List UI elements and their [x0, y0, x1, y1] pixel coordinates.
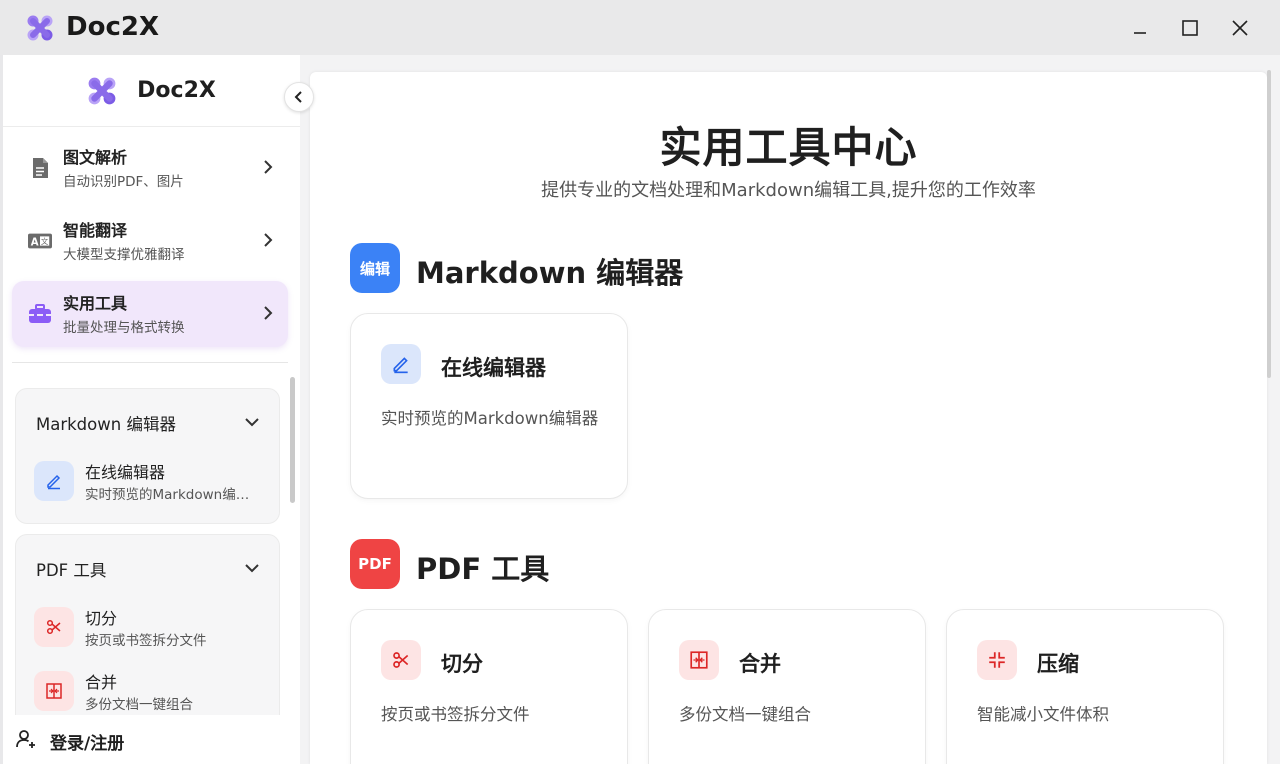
compress-icon	[977, 640, 1017, 680]
app-logo-icon	[27, 15, 53, 41]
group-item-subtitle: 实时预览的Markdown编辑器	[85, 487, 251, 503]
tool-card-online-editor[interactable]: 在线编辑器 实时预览的Markdown编辑器	[350, 313, 628, 499]
group-item-split[interactable]: 切分 按页或书签拆分文件	[34, 601, 274, 653]
svg-text:A: A	[31, 238, 39, 249]
login-button[interactable]: 登录/注册	[3, 715, 300, 764]
chevron-right-icon	[264, 160, 273, 174]
group-item-subtitle: 多份文档一键组合	[85, 697, 193, 713]
sidebar: Doc2X 图文解析 自动识别PDF、图片 A文 智能翻译 大模型支撑优雅翻译 …	[3, 55, 300, 764]
group-item-merge[interactable]: 合并 多份文档一键组合	[34, 665, 274, 717]
section-title-pdf: PDF 工具	[416, 552, 550, 586]
merge-icon	[34, 671, 74, 711]
close-icon	[1232, 20, 1248, 36]
main-scrollbar[interactable]	[1267, 70, 1271, 378]
chevron-down-icon[interactable]	[243, 559, 261, 577]
card-description: 多份文档一键组合	[679, 705, 811, 724]
section-title-markdown: Markdown 编辑器	[416, 256, 684, 290]
group-title: Markdown 编辑器	[36, 415, 176, 434]
nav-title: 图文解析	[63, 148, 128, 167]
chevron-right-icon	[264, 233, 273, 247]
main-content: 实用工具中心 提供专业的文档处理和Markdown编辑工具,提升您的工作效率 编…	[310, 72, 1267, 764]
brand-logo-icon	[88, 77, 116, 104]
card-description: 按页或书签拆分文件	[381, 705, 530, 724]
maximize-icon	[1182, 20, 1198, 36]
scissors-icon	[381, 640, 421, 680]
page-title: 实用工具中心	[659, 123, 918, 172]
nav-item-parse[interactable]: 图文解析 自动识别PDF、图片	[12, 135, 288, 201]
maximize-button[interactable]	[1172, 10, 1208, 46]
nav-title: 实用工具	[63, 294, 128, 313]
card-title: 合并	[739, 652, 781, 676]
tool-card-split[interactable]: 切分 按页或书签拆分文件	[350, 609, 628, 764]
minimize-icon	[1134, 32, 1146, 34]
group-item-title: 切分	[85, 609, 118, 628]
card-title: 压缩	[1037, 652, 1079, 676]
nav-item-tools[interactable]: 实用工具 批量处理与格式转换	[12, 281, 288, 347]
group-item-online-editor[interactable]: 在线编辑器 实时预览的Markdown编辑器	[34, 455, 274, 507]
chevron-left-icon	[294, 91, 302, 103]
window-titlebar: Doc2X	[0, 0, 1280, 55]
tool-card-compress[interactable]: 压缩 智能减小文件体积	[946, 609, 1224, 764]
section-badge-markdown: 编辑	[350, 243, 400, 293]
card-description: 实时预览的Markdown编辑器	[381, 409, 599, 428]
edit-icon	[381, 344, 421, 384]
group-title: PDF 工具	[36, 561, 107, 580]
brand-name: Doc2X	[137, 78, 216, 103]
minimize-button[interactable]	[1122, 10, 1158, 46]
nav-subtitle: 自动识别PDF、图片	[63, 174, 184, 190]
sidebar-brand: Doc2X	[3, 55, 300, 127]
svg-text:文: 文	[41, 237, 49, 246]
login-label: 登录/注册	[50, 734, 125, 754]
translate-icon: A文	[28, 229, 52, 253]
card-description: 智能减小文件体积	[977, 705, 1109, 724]
group-item-subtitle: 按页或书签拆分文件	[85, 633, 207, 649]
nav-subtitle: 大模型支撑优雅翻译	[63, 247, 185, 263]
page-subtitle: 提供专业的文档处理和Markdown编辑工具,提升您的工作效率	[541, 180, 1036, 201]
scissors-icon	[34, 607, 74, 647]
nav-subtitle: 批量处理与格式转换	[63, 320, 185, 336]
document-icon	[28, 156, 52, 180]
tool-card-merge[interactable]: 合并 多份文档一键组合	[648, 609, 926, 764]
group-item-title: 合并	[85, 673, 118, 692]
sidebar-scrollbar[interactable]	[290, 377, 295, 503]
sidebar-divider	[12, 362, 288, 363]
card-title: 切分	[441, 652, 483, 676]
close-button[interactable]	[1222, 10, 1258, 46]
nav-title: 智能翻译	[63, 221, 128, 240]
sidebar-collapse-button[interactable]	[284, 82, 314, 112]
edit-icon	[34, 461, 74, 501]
section-badge-pdf: PDF	[350, 539, 400, 589]
chevron-right-icon	[264, 306, 273, 320]
merge-icon	[679, 640, 719, 680]
app-title: Doc2X	[66, 12, 159, 42]
group-pdf: PDF 工具 切分 按页或书签拆分文件 合并 多份文档一键组合	[15, 534, 280, 734]
nav-item-translate[interactable]: A文 智能翻译 大模型支撑优雅翻译	[12, 208, 288, 274]
card-title: 在线编辑器	[441, 356, 546, 380]
chevron-down-icon[interactable]	[243, 413, 261, 431]
group-markdown: Markdown 编辑器 在线编辑器 实时预览的Markdown编辑器	[15, 388, 280, 524]
toolbox-icon	[28, 302, 52, 326]
group-item-title: 在线编辑器	[85, 463, 166, 482]
user-icon	[16, 730, 35, 748]
